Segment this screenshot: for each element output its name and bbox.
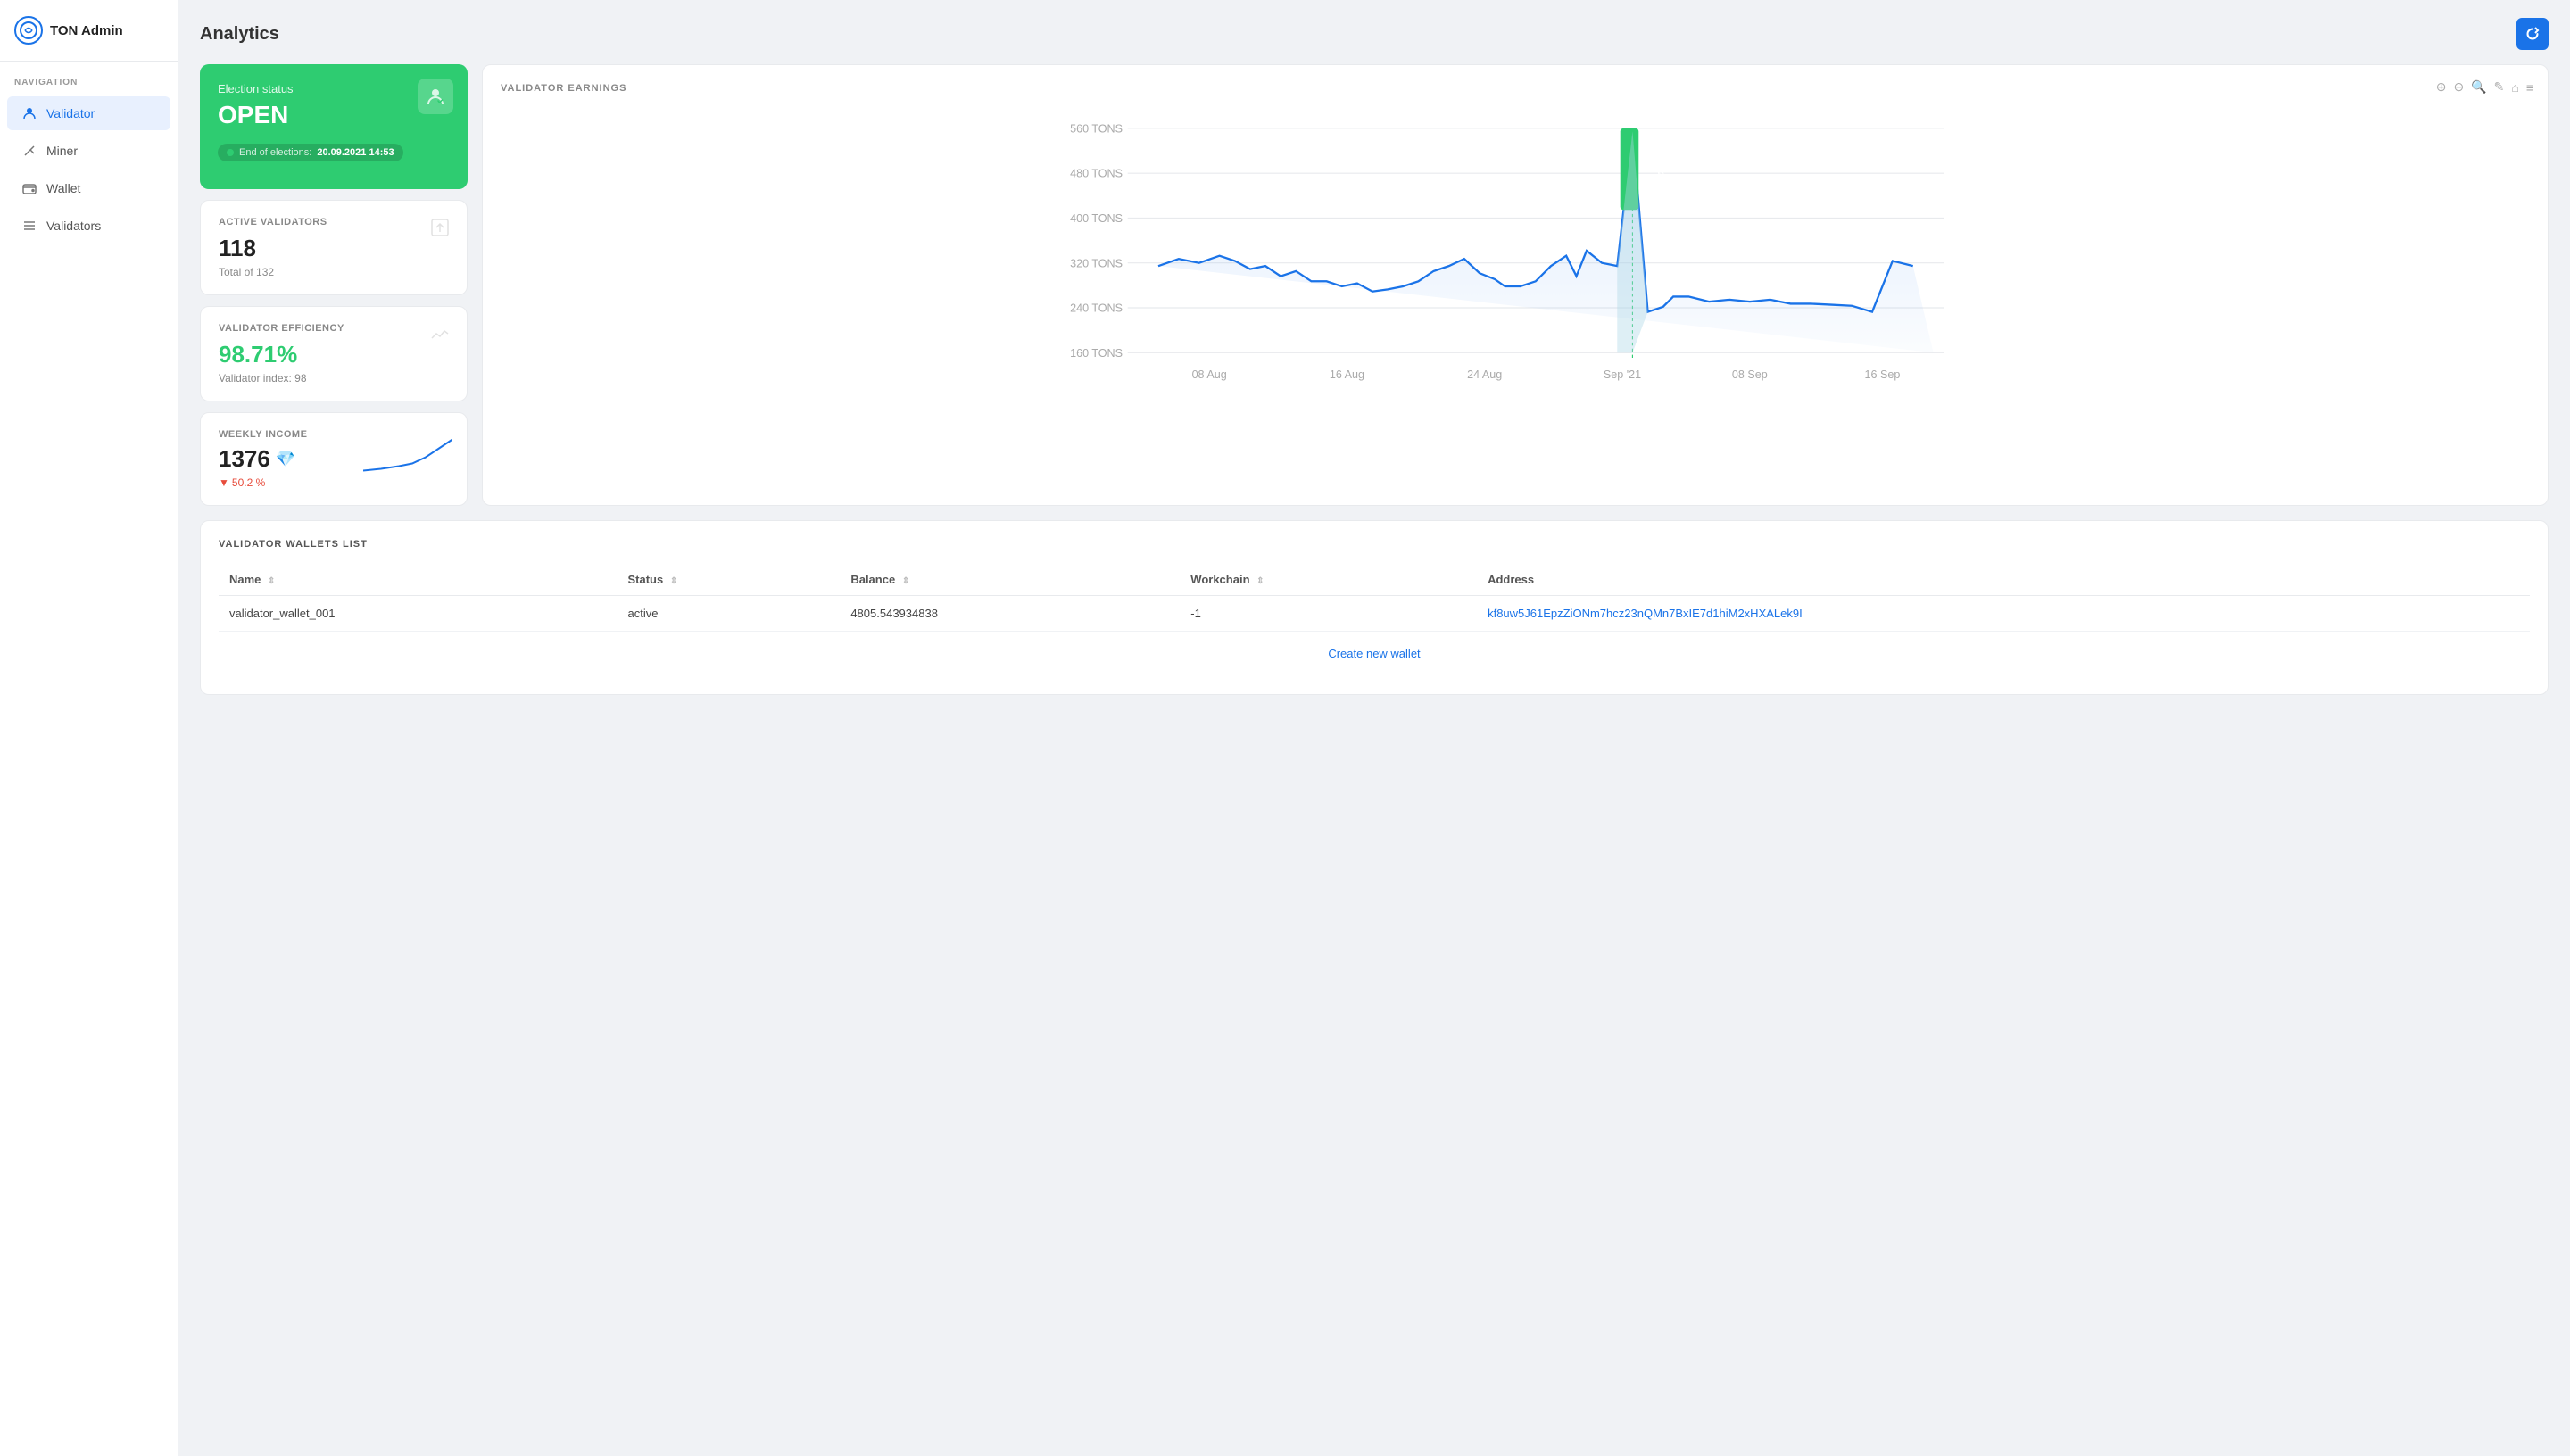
search-icon[interactable]: 🔍 — [2471, 79, 2486, 95]
miner-icon — [21, 143, 37, 159]
svg-text:08 Aug: 08 Aug — [1192, 368, 1227, 381]
sort-balance-icon: ⇕ — [902, 576, 909, 586]
sort-name-icon: ⇕ — [268, 576, 275, 586]
logo: TON Admin — [0, 0, 178, 62]
validators-icon — [21, 218, 37, 234]
election-end: End of elections: 20.09.2021 14:53 — [218, 144, 403, 161]
svg-text:Returned 2 stakes: Returned 2 stakes — [1656, 136, 1665, 203]
sort-status-icon: ⇕ — [670, 576, 677, 586]
election-label: Election status — [218, 82, 450, 95]
wallet-address[interactable]: kf8uw5J61EpzZiONm7hcz23nQMn7BxIE7d1hiM2x… — [1477, 596, 2530, 632]
col-address: Address — [1477, 564, 2530, 596]
validators-card-icon — [429, 217, 451, 244]
sidebar-item-miner-label: Miner — [46, 144, 78, 158]
election-end-value: 20.09.2021 14:53 — [317, 147, 394, 158]
wallet-balance: 4805.543934838 — [840, 596, 1180, 632]
election-card: Election status OPEN End of elections: 2… — [200, 64, 468, 189]
sidebar-item-validator-label: Validator — [46, 106, 95, 120]
election-icon — [418, 79, 453, 114]
sidebar: TON Admin NAVIGATION Validator Miner — [0, 0, 178, 1456]
earnings-chart: 560 TONS 480 TONS 400 TONS 320 TONS 240 … — [501, 108, 2530, 393]
sidebar-item-miner[interactable]: Miner — [7, 134, 170, 168]
edit-icon[interactable]: ✎ — [2494, 79, 2505, 95]
nav-label: NAVIGATION — [0, 62, 178, 95]
change-arrow: ▼ — [219, 476, 229, 489]
svg-text:24 Aug: 24 Aug — [1467, 368, 1502, 381]
chart-panel: VALIDATOR EARNINGS ⊕ ⊖ 🔍 ✎ ⌂ ≡ — [482, 64, 2549, 506]
wallet-icon — [21, 180, 37, 196]
svg-text:480 TONS: 480 TONS — [1070, 168, 1123, 180]
sidebar-item-validator[interactable]: Validator — [7, 96, 170, 130]
wallet-name: validator_wallet_001 — [219, 596, 618, 632]
svg-text:08 Sep: 08 Sep — [1732, 368, 1768, 381]
col-name[interactable]: Name ⇕ — [219, 564, 618, 596]
page-title: Analytics — [200, 24, 279, 45]
create-wallet-link[interactable]: Create new wallet — [1328, 647, 1420, 660]
wallets-table: Name ⇕ Status ⇕ Balance ⇕ Workchain — [219, 564, 2530, 632]
col-balance[interactable]: Balance ⇕ — [840, 564, 1180, 596]
zoom-out-icon[interactable]: ⊖ — [2453, 79, 2464, 95]
active-validators-card: ACTIVE VALIDATORS 118 Total of 132 — [200, 200, 468, 295]
svg-text:16 Aug: 16 Aug — [1330, 368, 1364, 381]
wallet-status: active — [618, 596, 841, 632]
logo-icon — [14, 16, 43, 45]
sort-workchain-icon: ⇕ — [1256, 576, 1264, 586]
sidebar-item-wallet-label: Wallet — [46, 181, 80, 195]
table-footer: Create new wallet — [219, 632, 2530, 676]
efficiency-icon — [429, 323, 451, 350]
active-validators-sub: Total of 132 — [219, 266, 449, 278]
svg-text:240 TONS: 240 TONS — [1070, 302, 1123, 315]
top-row: Election status OPEN End of elections: 2… — [200, 64, 2549, 506]
svg-text:16 Sep: 16 Sep — [1865, 368, 1901, 381]
home-icon[interactable]: ⌂ — [2511, 80, 2518, 95]
sidebar-item-wallet[interactable]: Wallet — [7, 171, 170, 205]
table-row: validator_wallet_001 active 4805.5439348… — [219, 596, 2530, 632]
cards-column: Election status OPEN End of elections: 2… — [200, 64, 468, 506]
active-validators-value: 118 — [219, 235, 449, 262]
diamond-icon: 💎 — [276, 450, 295, 468]
sidebar-item-validators-label: Validators — [46, 219, 101, 233]
sidebar-item-validators[interactable]: Validators — [7, 209, 170, 243]
chart-toolbar: ⊕ ⊖ 🔍 ✎ ⌂ ≡ — [2436, 79, 2533, 95]
efficiency-label: VALIDATOR EFFICIENCY — [219, 323, 449, 334]
col-status[interactable]: Status ⇕ — [618, 564, 841, 596]
svg-text:Sep '21: Sep '21 — [1604, 368, 1641, 381]
status-dot — [227, 149, 234, 156]
election-status: OPEN — [218, 101, 450, 129]
validator-icon — [21, 105, 37, 121]
weekly-sparkline — [363, 434, 452, 484]
svg-text:160 TONS: 160 TONS — [1070, 347, 1123, 360]
change-value: 50.2 % — [232, 476, 265, 489]
refresh-button[interactable] — [2516, 18, 2549, 50]
svg-text:320 TONS: 320 TONS — [1070, 257, 1123, 269]
chart-title: VALIDATOR EARNINGS — [501, 83, 2530, 94]
zoom-in-icon[interactable]: ⊕ — [2436, 79, 2447, 95]
col-workchain[interactable]: Workchain ⇕ — [1180, 564, 1477, 596]
weekly-income-value: 1376 — [219, 445, 270, 473]
efficiency-value: 98.71% — [219, 341, 449, 368]
svg-text:400 TONS: 400 TONS — [1070, 212, 1123, 225]
main-header: Analytics — [178, 0, 2570, 64]
svg-text:560 TONS: 560 TONS — [1070, 122, 1123, 135]
efficiency-card: VALIDATOR EFFICIENCY 98.71% Validator in… — [200, 306, 468, 401]
menu-icon[interactable]: ≡ — [2526, 80, 2533, 95]
content: Election status OPEN End of elections: 2… — [178, 64, 2570, 716]
election-end-label: End of elections: — [239, 147, 311, 158]
wallets-table-panel: VALIDATOR WALLETS LIST Name ⇕ Status ⇕ — [200, 520, 2549, 695]
wallets-table-title: VALIDATOR WALLETS LIST — [219, 539, 2530, 550]
main: Analytics — [178, 0, 2570, 1456]
weekly-income-card: Weekly income 1376 💎 ▼ 50.2 % — [200, 412, 468, 506]
wallet-workchain: -1 — [1180, 596, 1477, 632]
active-validators-label: ACTIVE VALIDATORS — [219, 217, 449, 228]
logo-text: TON Admin — [50, 23, 123, 38]
efficiency-sub: Validator index: 98 — [219, 372, 449, 385]
